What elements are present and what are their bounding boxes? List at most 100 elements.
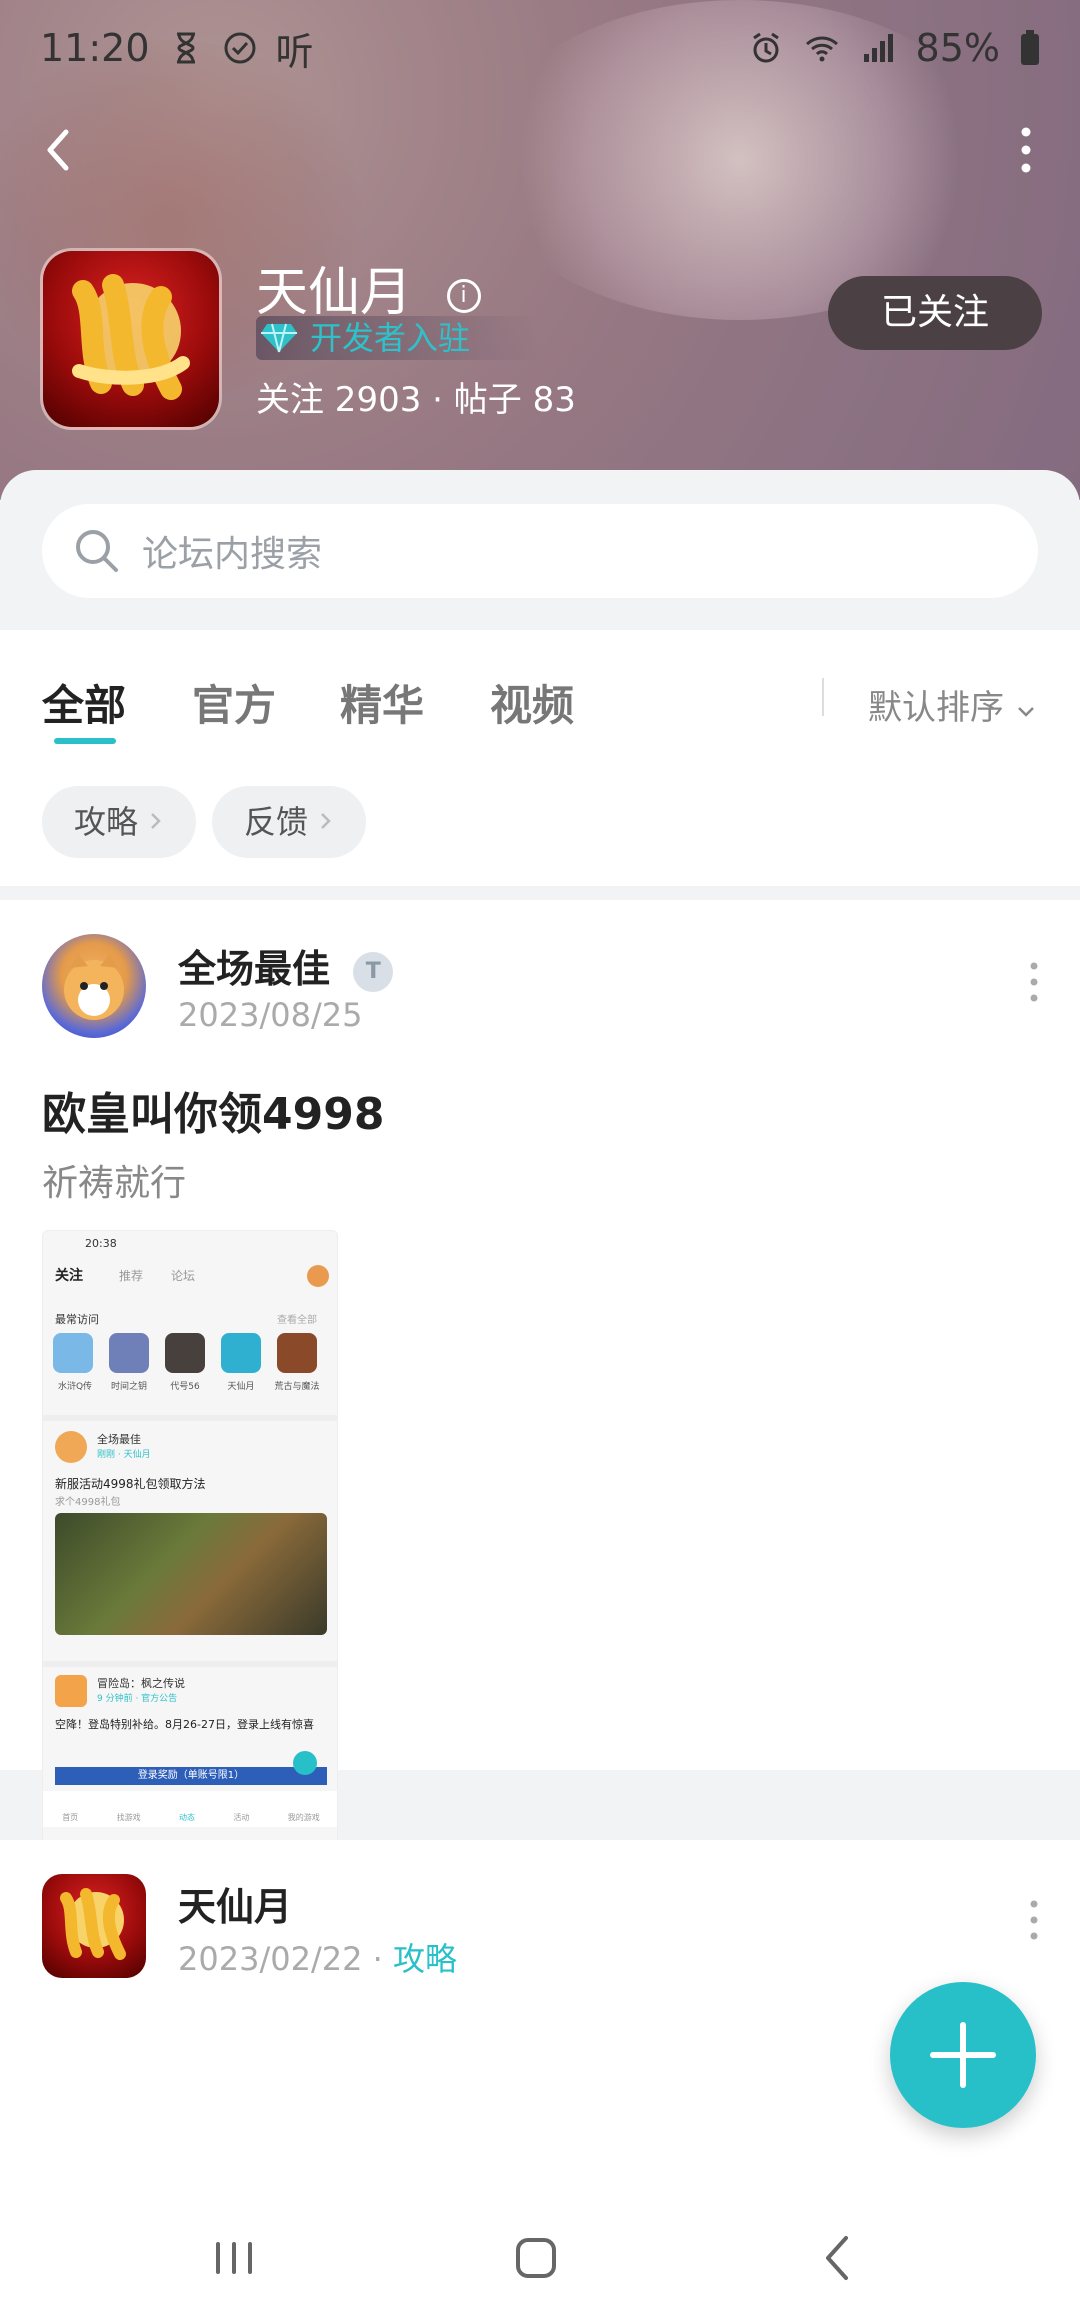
post-category-tag[interactable]: 攻略 [393, 1940, 457, 1978]
shot-game-icon [221, 1333, 261, 1373]
info-icon[interactable]: i [446, 279, 481, 313]
search-placeholder: 论坛内搜索 [142, 534, 323, 575]
diamond-icon [261, 323, 297, 353]
shot-divider [43, 1415, 337, 1421]
author-avatar[interactable] [42, 1874, 146, 1978]
chevron-right-icon [151, 813, 161, 829]
post-date: 2023/08/25 [178, 996, 363, 1034]
shot-post2-author: 冒险岛：枫之传说 [97, 1677, 185, 1690]
chevron-down-icon [1017, 707, 1034, 717]
shot-divider [43, 1661, 337, 1667]
shot-bottom-tab: 动态 [178, 1813, 195, 1822]
shot-game-label: 代号56 [170, 1382, 200, 1392]
shot-recent-more: 查看全部 [277, 1315, 317, 1326]
forum-name: 天仙月 i [256, 250, 481, 325]
shot-bottom-tab: 我的游戏 [287, 1813, 320, 1822]
tab-bar: 全部 官方 精华 视频 默认排序 攻略 反馈 [0, 630, 1080, 886]
recent-apps-icon[interactable] [204, 2228, 264, 2288]
alarm-icon [752, 32, 779, 63]
more-vertical-icon[interactable] [1008, 120, 1044, 180]
chip-feedback[interactable]: 反馈 [212, 786, 367, 858]
vpn-icon [224, 32, 256, 64]
chip-guides[interactable]: 攻略 [42, 786, 197, 858]
forum-page: 11:20 听 85% 天仙月 i 开发者入驻 关注 2903 · 帖子 83 … [0, 0, 1080, 2316]
status-time: 11:20 [40, 26, 150, 70]
home-icon[interactable] [506, 2228, 566, 2288]
shot-recent-title: 最常访问 [55, 1313, 99, 1326]
developer-badge[interactable]: 开发者入驻 [256, 316, 541, 360]
author-avatar[interactable] [42, 934, 146, 1038]
sort-dropdown[interactable]: 默认排序 [868, 680, 1037, 729]
post-author[interactable]: 天仙月 [178, 1876, 292, 1931]
sort-label: 默认排序 [868, 688, 1004, 728]
shot-tab-forum: 论坛 [171, 1269, 196, 1283]
post-menu-icon[interactable] [1028, 958, 1040, 1006]
hourglass-icon [176, 32, 195, 64]
shot-post2-meta: 9 分钟前 · 官方公告 [97, 1694, 178, 1704]
tab-all[interactable]: 全部 [42, 672, 126, 733]
following-button[interactable]: 已关注 [828, 276, 1042, 350]
forum-stats: 关注 2903 · 帖子 83 [256, 380, 576, 420]
chip-feedback-label: 反馈 [244, 803, 309, 841]
shot-fab [293, 1751, 317, 1775]
post-author[interactable]: 全场最佳 T [178, 938, 394, 993]
shot-post-meta: 刚刚 · 天仙月 [97, 1450, 151, 1460]
shot-post-author: 全场最佳 [97, 1433, 141, 1446]
tab-divider [822, 678, 824, 716]
tab-featured[interactable]: 精华 [340, 672, 424, 733]
post-excerpt: 祈祷就行 [42, 1163, 187, 1204]
shot-tab-recommend: 推荐 [119, 1269, 144, 1283]
shot-game-label: 时间之钥 [110, 1382, 147, 1392]
shot-time: 20:38 [85, 1237, 117, 1250]
shot-game-icon [109, 1333, 149, 1373]
shot-bottom-tabs: 首页 找游戏 动态 活动 我的游戏 [43, 1791, 337, 1827]
content-sheet: 论坛内搜索 全部 官方 精华 视频 默认排序 攻略 反馈 全场最佳 T 2023… [0, 470, 1080, 2300]
chip-guides-label: 攻略 [74, 803, 139, 841]
shot-post-title: 新服活动4998礼包领取方法 [55, 1477, 206, 1491]
post-author-name: 全场最佳 [178, 947, 331, 991]
game-logo [40, 248, 222, 430]
shot-bottom-tab: 首页 [62, 1813, 79, 1822]
post-date-text: 2023/02/22 [178, 1940, 363, 1978]
forum-search-bar[interactable]: 论坛内搜索 [42, 504, 1038, 598]
shot-game-image [55, 1513, 327, 1635]
battery-icon [1021, 30, 1039, 65]
post-title[interactable]: 欧皇叫你领4998 [42, 1078, 384, 1142]
post-image[interactable]: 20:38 关注 推荐 论坛 最常访问 查看全部 水浒Q传 时间之钥 代号56 … [42, 1230, 338, 1880]
shot-post2-avatar [55, 1675, 87, 1707]
back-icon[interactable] [810, 2228, 870, 2288]
shot-game-icon [277, 1333, 317, 1373]
signal-icon [863, 34, 893, 62]
shot-game-label: 水浒Q传 [57, 1382, 93, 1392]
search-icon [76, 530, 118, 572]
shot-banner: 登录奖励（单账号限1） [55, 1767, 327, 1785]
listen-icon: 听 [275, 29, 314, 74]
shot-post-sub: 求个4998礼包 [55, 1497, 121, 1508]
active-tab-indicator [54, 738, 116, 744]
top-bar [0, 110, 1080, 190]
chevron-right-icon [321, 813, 331, 829]
developer-badge-label: 开发者入驻 [310, 319, 471, 357]
shot-game-label: 荒古与魔法 [274, 1382, 320, 1392]
post-menu-icon[interactable] [1028, 1896, 1040, 1944]
wifi-icon [805, 36, 838, 62]
shot-post2-text: 空降！登岛特别补给。8月26-27日，登录上线有惊喜 [55, 1718, 314, 1731]
shot-post-avatar [55, 1431, 87, 1463]
post-date: 2023/02/22 · 攻略 [178, 1940, 457, 1978]
forum-name-text: 天仙月 [256, 263, 413, 323]
back-arrow-icon[interactable] [30, 120, 90, 180]
shot-game-label: 天仙月 [227, 1382, 255, 1392]
tab-video[interactable]: 视频 [490, 672, 574, 733]
system-nav-bar [0, 2198, 1080, 2316]
shot-tab-follow: 关注 [55, 1268, 83, 1284]
tab-official[interactable]: 官方 [192, 672, 276, 733]
shot-bottom-tab: 找游戏 [116, 1813, 141, 1822]
post-card[interactable]: 全场最佳 T 2023/08/25 欧皇叫你领4998 祈祷就行 20:38 关… [0, 900, 1080, 1955]
battery-percent: 85% [915, 26, 1000, 70]
user-level-badge-icon: T [353, 951, 394, 992]
shot-bottom-tab: 活动 [233, 1813, 250, 1822]
new-post-fab[interactable] [890, 1982, 1036, 2128]
shot-game-icon [165, 1333, 205, 1373]
shot-avatar [307, 1265, 329, 1287]
shot-game-icon [53, 1333, 93, 1373]
